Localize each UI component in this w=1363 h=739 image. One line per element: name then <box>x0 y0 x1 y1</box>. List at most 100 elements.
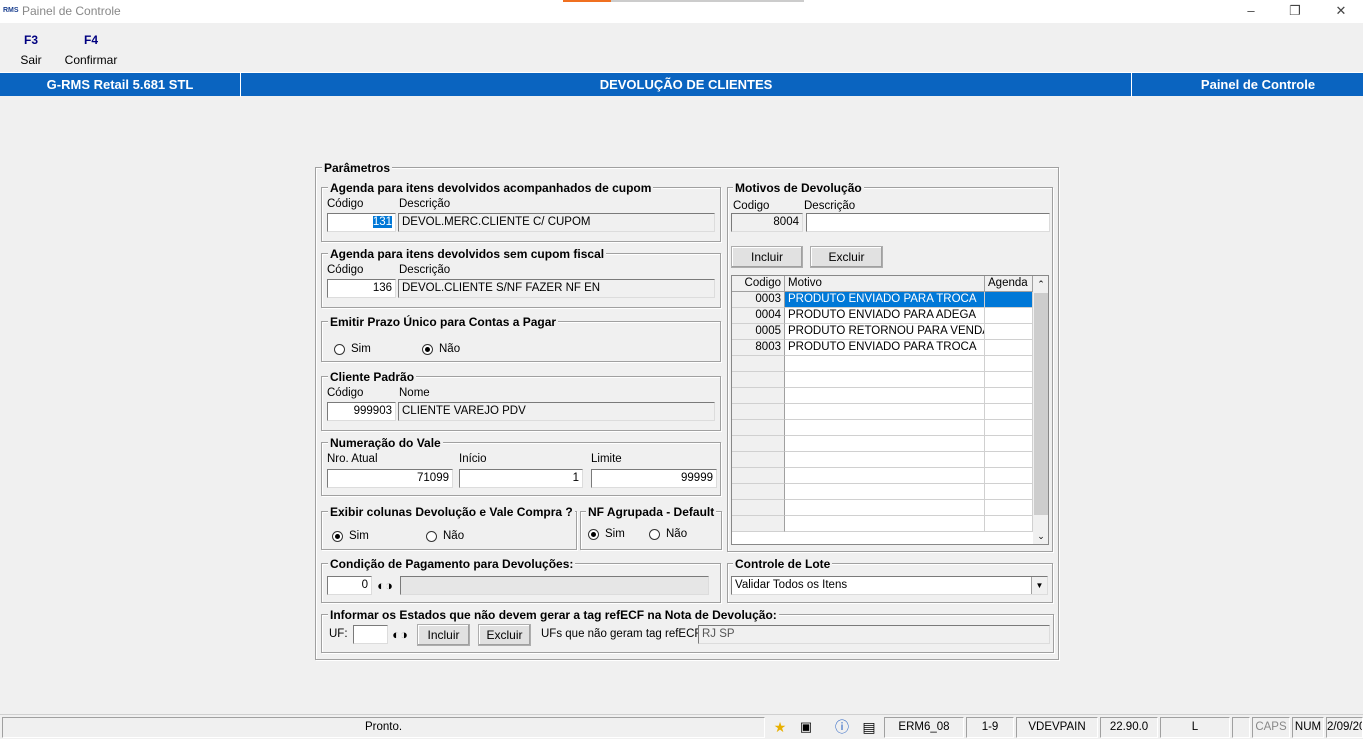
exit-button[interactable]: F3 Sair <box>10 33 52 67</box>
agenda-sem-cupom-title: Agenda para itens devolvidos sem cupom f… <box>328 247 607 261</box>
binoculars-icon[interactable]: ◐◑ <box>374 576 396 595</box>
nf-agrupada-title: NF Agrupada - Default <box>586 505 717 519</box>
cell-codigo[interactable] <box>732 388 785 404</box>
cell-agenda[interactable] <box>985 516 1033 532</box>
cell-agenda[interactable] <box>985 372 1033 388</box>
cell-codigo[interactable] <box>732 516 785 532</box>
vale-limite-field[interactable]: 99999 <box>591 469 717 488</box>
exibir-sim-label: Sim <box>349 530 369 542</box>
motivos-desc-field[interactable] <box>806 213 1050 232</box>
screen-user-icon[interactable]: ▣ <box>796 717 816 737</box>
cell-codigo[interactable] <box>732 404 785 420</box>
cell-agenda[interactable] <box>985 436 1033 452</box>
cell-motivo[interactable] <box>785 468 985 484</box>
uf-list-field: RJ SP <box>698 625 1050 644</box>
status-cell-empty <box>1232 717 1250 738</box>
cell-motivo[interactable]: PRODUTO RETORNOU PARA VENDA <box>785 324 985 340</box>
grid-scrollbar[interactable]: ⌃ ⌄ <box>1033 276 1048 544</box>
cell-motivo[interactable] <box>785 388 985 404</box>
cell-agenda[interactable] <box>985 292 1033 308</box>
cell-motivo[interactable] <box>785 484 985 500</box>
cell-motivo[interactable] <box>785 404 985 420</box>
agenda-sem-cupom-code-field[interactable]: 136 <box>327 279 396 298</box>
cell-motivo[interactable]: PRODUTO ENVIADO PARA TROCA <box>785 340 985 356</box>
uf-exclude-button[interactable]: Excluir <box>478 624 531 646</box>
cell-codigo[interactable] <box>732 452 785 468</box>
estados-title: Informar os Estados que não devem gerar … <box>328 608 779 622</box>
scrollbar-thumb[interactable] <box>1034 293 1048 515</box>
cell-agenda[interactable] <box>985 324 1033 340</box>
scroll-down-icon[interactable]: ⌄ <box>1033 528 1048 544</box>
uf-input[interactable] <box>353 625 388 644</box>
motivos-grid[interactable]: Codigo Motivo Agenda 0003 PRODUTO ENVIADO… <box>731 275 1049 545</box>
motivos-title: Motivos de Devolução <box>733 181 864 195</box>
cell-codigo[interactable] <box>732 484 785 500</box>
chevron-down-icon[interactable]: ▼ <box>1031 577 1047 594</box>
cell-agenda[interactable] <box>985 388 1033 404</box>
restore-icon[interactable]: ❐ <box>1285 3 1305 19</box>
nf-agrupada-sim-radio[interactable] <box>588 529 599 540</box>
star-icon[interactable]: ★ <box>770 717 790 737</box>
prazo-nao-radio[interactable] <box>422 344 433 355</box>
cell-agenda[interactable] <box>985 404 1033 420</box>
prazo-sim-radio[interactable] <box>334 344 345 355</box>
cell-codigo[interactable] <box>732 420 785 436</box>
col-header-motivo[interactable]: Motivo <box>785 276 985 292</box>
cell-motivo[interactable]: PRODUTO ENVIADO PARA ADEGA <box>785 308 985 324</box>
clipboard-icon[interactable]: ▤ <box>859 717 879 737</box>
cell-motivo[interactable] <box>785 420 985 436</box>
help-icon[interactable]: ⓘ <box>832 717 852 737</box>
status-cell-session: ERM6_08 <box>884 717 964 738</box>
motivos-include-button[interactable]: Incluir <box>731 246 803 268</box>
cell-agenda[interactable] <box>985 500 1033 516</box>
cell-codigo[interactable]: 0005 <box>732 324 785 340</box>
col-header-codigo[interactable]: Codigo <box>732 276 785 292</box>
vale-inicio-field[interactable]: 1 <box>459 469 583 488</box>
uf-include-button[interactable]: Incluir <box>417 624 470 646</box>
cell-codigo[interactable] <box>732 468 785 484</box>
pagamento-code-field[interactable]: 0 <box>327 576 372 595</box>
status-cell-program: VDEVPAIN <box>1016 717 1098 738</box>
cell-agenda[interactable] <box>985 340 1033 356</box>
minimize-icon[interactable]: – <box>1241 3 1261 19</box>
agenda-cupom-title: Agenda para itens devolvidos acompanhado… <box>328 181 654 195</box>
lote-select[interactable]: Validar Todos os Itens ▼ <box>731 576 1048 595</box>
exibir-sim-radio[interactable] <box>332 531 343 542</box>
cell-agenda[interactable] <box>985 420 1033 436</box>
cell-codigo[interactable]: 0003 <box>732 292 785 308</box>
lote-title: Controle de Lote <box>733 557 833 571</box>
motivos-desc-label: Descrição <box>804 200 856 212</box>
cell-motivo[interactable] <box>785 356 985 372</box>
cell-codigo[interactable]: 0004 <box>732 308 785 324</box>
cell-agenda[interactable] <box>985 468 1033 484</box>
parameters-title: Parâmetros <box>322 161 393 175</box>
nf-agrupada-nao-radio[interactable] <box>649 529 660 540</box>
cell-agenda[interactable] <box>985 484 1033 500</box>
cliente-code-field[interactable]: 999903 <box>327 402 396 421</box>
cell-codigo[interactable] <box>732 500 785 516</box>
close-icon[interactable]: ✕ <box>1331 3 1351 19</box>
cell-motivo[interactable] <box>785 436 985 452</box>
cliente-code-label: Código <box>327 387 364 399</box>
cell-motivo[interactable] <box>785 452 985 468</box>
cell-codigo[interactable]: 8003 <box>732 340 785 356</box>
vale-atual-label: Nro. Atual <box>327 453 378 465</box>
motivos-exclude-button[interactable]: Excluir <box>810 246 883 268</box>
cell-motivo[interactable] <box>785 516 985 532</box>
cell-motivo[interactable] <box>785 372 985 388</box>
cell-codigo[interactable] <box>732 356 785 372</box>
cell-motivo[interactable]: PRODUTO ENVIADO PARA TROCA <box>785 292 985 308</box>
cell-agenda[interactable] <box>985 452 1033 468</box>
cell-agenda[interactable] <box>985 308 1033 324</box>
confirm-button[interactable]: F4 Confirmar <box>60 33 122 67</box>
binoculars-icon[interactable]: ◐◑ <box>389 625 411 644</box>
cell-motivo[interactable] <box>785 500 985 516</box>
cell-codigo[interactable] <box>732 436 785 452</box>
exibir-nao-radio[interactable] <box>426 531 437 542</box>
agenda-cupom-code-field[interactable]: 131 <box>327 213 396 232</box>
vale-atual-field[interactable]: 71099 <box>327 469 453 488</box>
scroll-up-icon[interactable]: ⌃ <box>1033 276 1048 292</box>
cell-codigo[interactable] <box>732 372 785 388</box>
col-header-agenda[interactable]: Agenda <box>985 276 1033 292</box>
cell-agenda[interactable] <box>985 356 1033 372</box>
